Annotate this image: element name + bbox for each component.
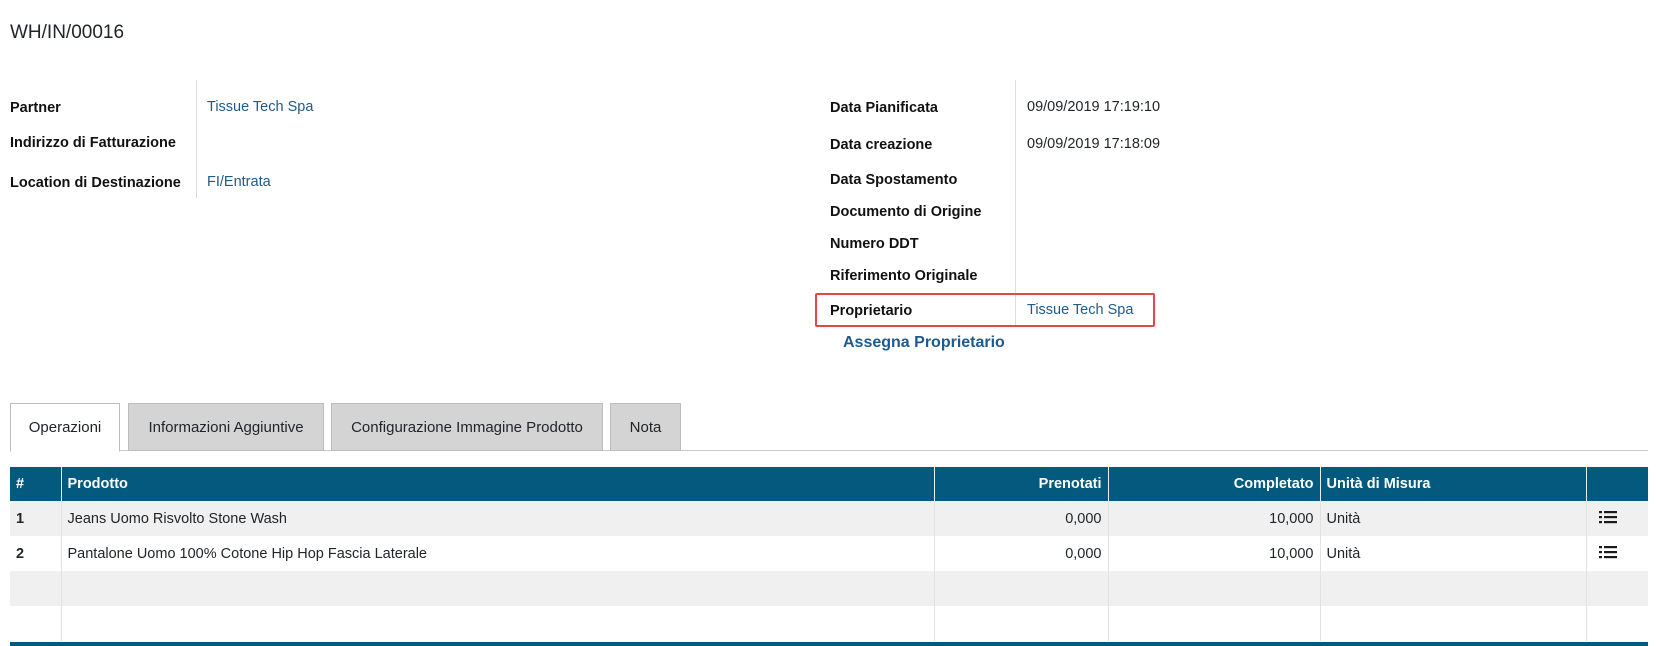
page-title: WH/IN/00016 — [10, 22, 125, 43]
empty-cell — [10, 606, 62, 641]
row-index: 2 — [10, 536, 62, 571]
creation-date-value: 09/09/2019 17:18:09 — [1027, 136, 1161, 152]
column-header-index[interactable]: # — [10, 467, 62, 501]
operations-table: # Prodotto Prenotati Completato Unità di… — [10, 467, 1648, 641]
list-icon[interactable] — [1598, 545, 1617, 563]
empty-cell — [1108, 571, 1321, 606]
empty-cell — [61, 606, 935, 641]
table-footer-bar — [10, 642, 1648, 646]
destination-location-label: Location di Destinazione — [10, 175, 181, 191]
column-header-uom[interactable]: Unità di Misura — [1320, 467, 1587, 501]
row-done: 10,000 — [1108, 536, 1321, 571]
partner-label: Partner — [10, 100, 61, 116]
tab-product-image-config-label: Configurazione Immagine Prodotto — [351, 418, 583, 436]
scheduled-date-label: Data Pianificata — [830, 100, 938, 116]
notebook-tabs: Operazioni Informazioni Aggiuntive Confi… — [10, 403, 1648, 452]
source-document-label: Documento di Origine — [830, 204, 982, 220]
empty-row — [10, 606, 1648, 641]
row-uom: Unità — [1320, 501, 1587, 536]
row-reserved: 0,000 — [934, 536, 1109, 571]
right-group-divider — [1015, 80, 1016, 326]
column-header-product[interactable]: Prodotto — [61, 467, 935, 501]
empty-cell — [61, 571, 935, 606]
destination-location-value[interactable]: FI/Entrata — [207, 174, 271, 190]
empty-cell — [1320, 571, 1587, 606]
original-reference-label: Riferimento Originale — [830, 268, 978, 284]
table-header-row: # Prodotto Prenotati Completato Unità di… — [10, 467, 1648, 501]
empty-cell — [1320, 606, 1587, 641]
partner-value[interactable]: Tissue Tech Spa — [207, 99, 313, 115]
move-date-label: Data Spostamento — [830, 172, 958, 188]
row-done: 10,000 — [1108, 501, 1321, 536]
left-group-divider — [196, 80, 197, 198]
row-actions — [1586, 536, 1648, 571]
tab-operations[interactable]: Operazioni — [10, 403, 120, 452]
tab-operations-label: Operazioni — [28, 419, 102, 436]
tab-additional-info[interactable]: Informazioni Aggiuntive — [128, 403, 324, 451]
assign-owner-button[interactable]: Assegna Proprietario — [843, 334, 1005, 352]
empty-cell — [1586, 606, 1648, 641]
column-header-done[interactable]: Completato — [1108, 467, 1321, 501]
row-actions — [1586, 501, 1648, 536]
row-reserved: 0,000 — [934, 501, 1109, 536]
column-header-reserved[interactable]: Prenotati — [934, 467, 1109, 501]
row-index: 1 — [10, 501, 62, 536]
empty-cell — [1108, 606, 1321, 641]
empty-cell — [1586, 571, 1648, 606]
creation-date-label: Data creazione — [830, 137, 933, 153]
row-product: Jeans Uomo Risvolto Stone Wash — [61, 501, 935, 536]
owner-highlight-box — [815, 293, 1155, 327]
table-row[interactable]: 2 Pantalone Uomo 100% Cotone Hip Hop Fas… — [10, 536, 1648, 571]
ddt-number-label: Numero DDT — [830, 236, 919, 252]
billing-address-label: Indirizzo di Fatturazione — [10, 135, 176, 151]
scheduled-date-value: 09/09/2019 17:19:10 — [1027, 99, 1161, 115]
row-uom: Unità — [1320, 536, 1587, 571]
tab-product-image-config[interactable]: Configurazione Immagine Prodotto — [331, 403, 603, 451]
row-product: Pantalone Uomo 100% Cotone Hip Hop Fasci… — [61, 536, 935, 571]
empty-row — [10, 571, 1648, 606]
tab-note-label: Nota — [629, 418, 662, 436]
column-header-actions — [1586, 467, 1648, 501]
list-icon[interactable] — [1598, 510, 1617, 528]
empty-cell — [10, 571, 62, 606]
empty-cell — [934, 571, 1109, 606]
tab-note[interactable]: Nota — [610, 403, 681, 451]
empty-cell — [934, 606, 1109, 641]
tab-additional-info-label: Informazioni Aggiuntive — [148, 418, 304, 436]
table-row[interactable]: 1 Jeans Uomo Risvolto Stone Wash 0,000 1… — [10, 501, 1648, 536]
